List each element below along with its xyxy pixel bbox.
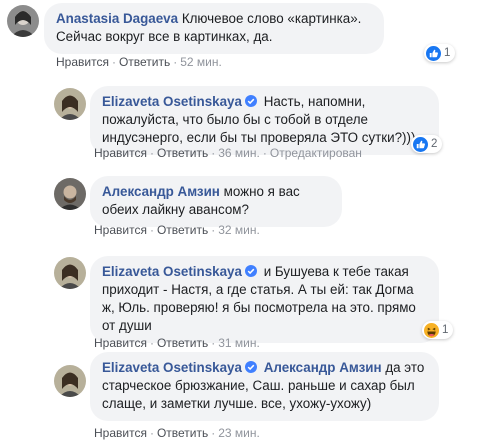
reply-link[interactable]: Ответить	[119, 55, 170, 69]
comment-actions: Нравится · Ответить · 32 мин.	[94, 223, 260, 237]
comment-bubble: Anastasia Dagaeva Ключевое слово «картин…	[44, 3, 384, 54]
like-reaction-icon	[413, 136, 428, 152]
reply-link[interactable]: Ответить	[157, 223, 208, 237]
reaction-count: 2	[431, 138, 438, 150]
reaction-count: 1	[444, 47, 451, 59]
mention-link[interactable]: Александр Амзин	[264, 360, 382, 375]
like-link[interactable]: Нравится	[94, 223, 147, 237]
comment-actions: Нравится · Ответить · 31 мин.	[94, 336, 260, 350]
comment-author[interactable]: Elizaveta Osetinskaya	[102, 94, 242, 109]
reply-link[interactable]: Ответить	[157, 336, 208, 350]
avatar[interactable]	[54, 257, 86, 289]
like-link[interactable]: Нравится	[94, 146, 147, 160]
comment-bubble: Александр Амзин можно я вас обеих лайкну…	[90, 176, 342, 227]
like-link[interactable]: Нравится	[94, 426, 147, 440]
like-reaction-icon	[426, 45, 441, 61]
reply-link[interactable]: Ответить	[157, 426, 208, 440]
comment-time[interactable]: 52 мин.	[180, 55, 222, 69]
comment-actions: Нравится · Ответить · 36 мин. · Отредактирован	[94, 146, 362, 160]
avatar[interactable]	[7, 5, 39, 37]
haha-reaction-icon	[424, 322, 439, 338]
comment-author[interactable]: Александр Амзин	[102, 184, 220, 199]
comment-author[interactable]: Anastasia Dagaeva	[56, 11, 178, 26]
edited-label[interactable]: Отредактирован	[270, 146, 362, 160]
comment-time[interactable]: 36 мин.	[218, 146, 260, 160]
comment-bubble: Elizaveta Osetinskaya Насть, напомни, по…	[90, 86, 439, 155]
reaction-summary[interactable]: 1	[422, 321, 454, 339]
comment-author[interactable]: Elizaveta Osetinskaya	[102, 360, 242, 375]
avatar[interactable]	[54, 88, 86, 120]
comment-bubble: Elizaveta Osetinskaya Александр Амзин да…	[90, 352, 439, 421]
comment-actions: Нравится · Ответить · 23 мин.	[94, 426, 260, 440]
reaction-summary[interactable]: 1	[424, 44, 456, 62]
reaction-summary[interactable]: 2	[411, 135, 443, 153]
comment-time[interactable]: 23 мин.	[218, 426, 260, 440]
verified-badge-icon	[244, 95, 257, 107]
verified-badge-icon	[244, 361, 257, 373]
comment-bubble: Elizaveta Osetinskaya и Бушуева к тебе т…	[90, 256, 439, 343]
like-link[interactable]: Нравится	[56, 55, 109, 69]
reply-link[interactable]: Ответить	[157, 146, 208, 160]
comment-actions: Нравится · Ответить · 52 мин.	[56, 55, 222, 69]
avatar[interactable]	[54, 178, 86, 210]
verified-badge-icon	[244, 265, 257, 277]
comment-author[interactable]: Elizaveta Osetinskaya	[102, 264, 242, 279]
comment-time[interactable]: 32 мин.	[218, 223, 260, 237]
reaction-count: 1	[442, 324, 449, 336]
like-link[interactable]: Нравится	[94, 336, 147, 350]
comment-time[interactable]: 31 мин.	[218, 336, 260, 350]
avatar[interactable]	[54, 365, 86, 397]
